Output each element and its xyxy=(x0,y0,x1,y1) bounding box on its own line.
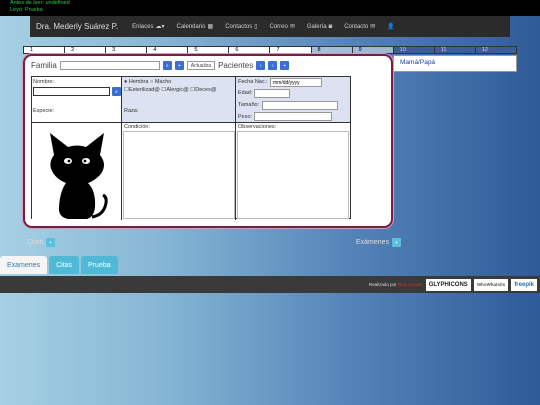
examenes-header: Exámenes + xyxy=(356,238,402,247)
add-family-button[interactable]: + xyxy=(174,61,184,70)
day-cell[interactable]: 9 xyxy=(351,46,393,54)
condicion-textarea[interactable] xyxy=(123,131,235,219)
nav-enlaces[interactable]: Enlaces ☁▾ xyxy=(126,23,170,31)
envelope-icon: ✉ xyxy=(370,24,376,30)
credit-text: Realizado por Ruly Gómez xyxy=(368,282,423,287)
nombre-label: Nombre: xyxy=(33,79,55,85)
parent-panel[interactable]: Mamá/Papá xyxy=(393,55,517,72)
day-cell[interactable]: 5 xyxy=(187,46,229,54)
debug-output: Antes de leer: undefined Leyó: Prueba xyxy=(0,0,540,16)
pet-photo[interactable] xyxy=(32,123,122,220)
family-row: Familia ⌕ + Actualiza Pacientes ‹ › + xyxy=(31,61,290,70)
nav-contacto[interactable]: Contacto ✉ xyxy=(338,23,381,31)
tamano-input[interactable] xyxy=(262,101,338,110)
footer: Realizado por Ruly Gómez GLYPHICONS WhoW… xyxy=(0,276,540,293)
next-patient-button[interactable]: › xyxy=(268,61,278,70)
fecha-nac-label: Fecha Nac.: xyxy=(238,79,268,85)
add-patient-button[interactable]: + xyxy=(280,61,290,70)
pacientes-label: Pacientes xyxy=(218,61,254,70)
nav-galeria[interactable]: Galería ◙ xyxy=(301,24,338,30)
citas-header: Citas + xyxy=(27,238,55,247)
actualiza-button[interactable]: Actualiza xyxy=(186,61,216,70)
add-cita-button[interactable]: + xyxy=(45,238,55,247)
condicion-label: Condición: xyxy=(124,124,150,130)
freepik-logo[interactable]: freepik xyxy=(511,278,537,291)
camera-icon: ◙ xyxy=(328,23,333,30)
search-icon[interactable]: ⌕ xyxy=(162,61,172,70)
day-cell[interactable]: 10 xyxy=(392,46,434,54)
tamano-label: Tamaño: xyxy=(238,102,260,108)
calendar-icon: ▦ xyxy=(207,24,214,30)
search-icon[interactable]: ⌕ xyxy=(112,87,121,96)
tab-examenes[interactable]: Examenes xyxy=(0,256,48,274)
phone-icon: ▯ xyxy=(254,24,258,30)
nav-contactos[interactable]: Contactos ▯ xyxy=(219,23,263,31)
cloud-caret-icon: ☁▾ xyxy=(155,24,165,30)
nav-correo[interactable]: Correo ✉ xyxy=(264,23,301,31)
debug-line: Antes de leer: undefined xyxy=(10,0,70,6)
cat-icon xyxy=(50,133,108,219)
edad-input[interactable] xyxy=(254,89,290,98)
peso-label: Peso: xyxy=(238,114,253,120)
observaciones-textarea[interactable] xyxy=(237,131,349,219)
tab-citas[interactable]: Citas xyxy=(49,256,80,274)
user-icon[interactable]: 👤 xyxy=(381,23,400,30)
especie-label: Especie: xyxy=(33,108,55,114)
peso-input[interactable] xyxy=(254,112,332,121)
familia-label: Familia xyxy=(31,61,57,70)
flags-checkboxes[interactable]: ☐Esterilizad@ ☐Alergic@ ☐Deces@ xyxy=(124,87,216,93)
nombre-input[interactable] xyxy=(33,87,110,96)
whowhatsits-logo[interactable]: WhoWhatsits xyxy=(473,278,509,291)
edad-label: Edad: xyxy=(238,90,253,96)
day-cell[interactable]: 7 xyxy=(269,46,311,54)
glyphicons-logo[interactable]: GLYPHICONS xyxy=(425,278,471,291)
tab-prueba[interactable]: Prueba xyxy=(81,256,118,274)
add-examen-button[interactable]: + xyxy=(392,238,402,247)
envelope-icon: ✉ xyxy=(289,24,295,30)
day-cell[interactable]: 1 xyxy=(23,46,65,54)
fecha-nac-input[interactable]: mm/dd/yyyy xyxy=(270,78,322,87)
raza-label: Raza: xyxy=(124,108,139,114)
day-cell[interactable]: 12 xyxy=(474,46,517,54)
observaciones-label: Observaciones: xyxy=(238,124,277,130)
patient-panel: Familia ⌕ + Actualiza Pacientes ‹ › + No… xyxy=(23,54,393,228)
navbar: Dra. Mederly Suárez P. Enlaces ☁▾ Calenda… xyxy=(30,16,510,37)
day-strip: 1 2 3 4 5 6 7 8 9 10 11 12 xyxy=(23,46,517,54)
day-cell[interactable]: 4 xyxy=(146,46,188,54)
prev-patient-button[interactable]: ‹ xyxy=(256,61,266,70)
hembra-radio[interactable]: ● Hembra ○ Macho xyxy=(124,79,171,85)
familia-input[interactable] xyxy=(59,61,160,70)
tab-bar: Examenes Citas Prueba xyxy=(0,256,118,274)
day-cell[interactable]: 2 xyxy=(64,46,106,54)
day-cell[interactable]: 8 xyxy=(310,46,352,54)
day-cell[interactable]: 11 xyxy=(433,46,475,54)
patient-grid: Nombre: ⌕ Especie: ● Hembra ○ Macho ☐Est… xyxy=(31,76,351,220)
brand-link[interactable]: Dra. Mederly Suárez P. xyxy=(30,22,126,31)
nav-calendario[interactable]: Calendario ▦ xyxy=(170,23,219,31)
debug-line: Leyó: Prueba xyxy=(10,7,43,13)
day-cell[interactable]: 3 xyxy=(105,46,147,54)
day-cell[interactable]: 6 xyxy=(228,46,270,54)
